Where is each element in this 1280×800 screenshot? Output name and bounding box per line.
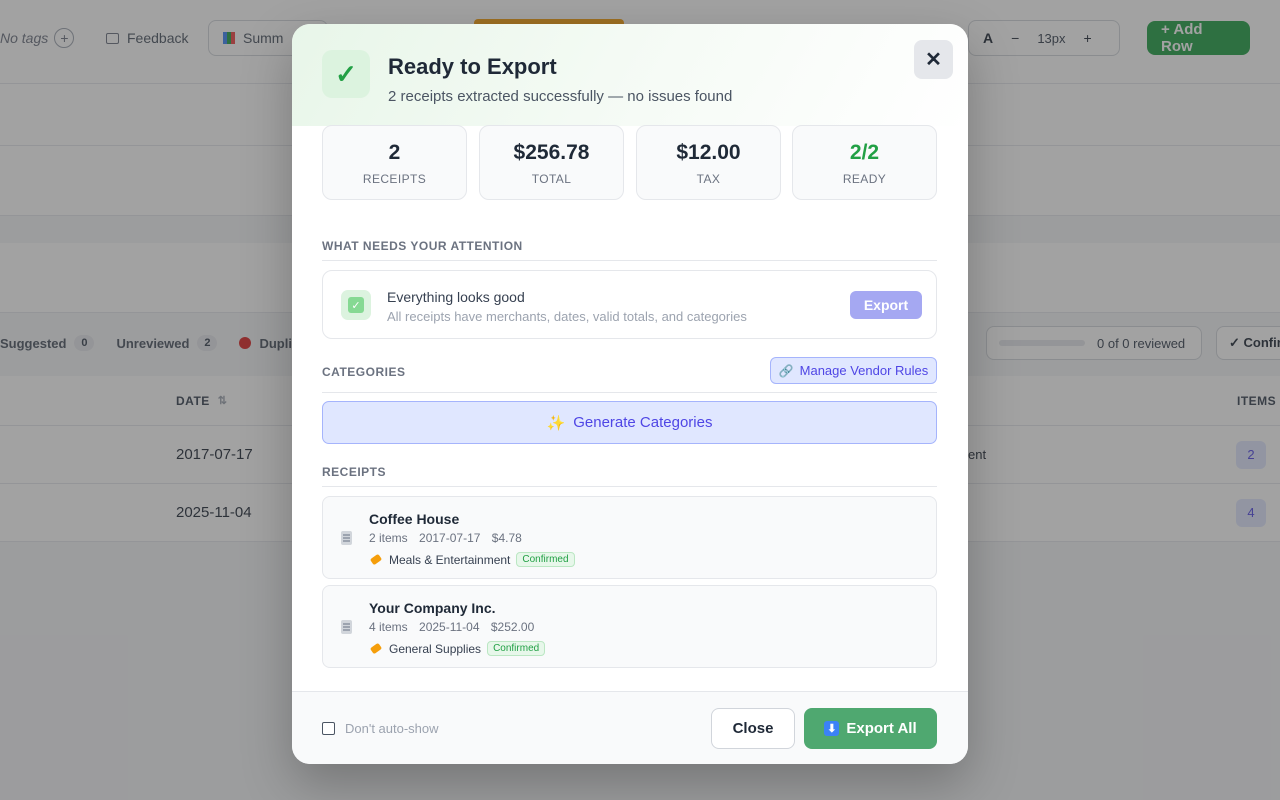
tag-icon <box>369 642 383 655</box>
receipt-category: Meals & Entertainment Confirmed <box>369 552 575 567</box>
attention-title: Everything looks good <box>387 289 525 305</box>
section-divider <box>322 486 937 487</box>
manage-vendor-rules-button[interactable]: 🔗 Manage Vendor Rules <box>770 357 937 384</box>
export-button[interactable]: Export <box>850 291 922 319</box>
success-check-icon: ✓ <box>322 50 370 98</box>
modal-title: Ready to Export <box>388 54 557 79</box>
manage-vendor-rules-label: Manage Vendor Rules <box>799 363 929 378</box>
stat-value: $12.00 <box>676 141 741 164</box>
stat-label: TOTAL <box>531 172 572 186</box>
generate-categories-label: Generate Categories <box>573 414 713 431</box>
close-button[interactable]: Close <box>711 708 795 749</box>
stat-value: $256.78 <box>513 141 590 164</box>
categories-section-label: CATEGORIES <box>322 365 406 379</box>
stat-ready: 2/2 READY <box>792 125 937 200</box>
modal-subtitle: 2 receipts extracted successfully — no i… <box>388 88 733 105</box>
export-modal: ✓ Ready to Export 2 receipts extracted s… <box>292 24 968 764</box>
receipt-card[interactable]: Coffee House 2 items 2017-07-17 $4.78 Me… <box>322 496 937 579</box>
receipt-category-label: General Supplies <box>389 641 482 656</box>
receipt-merchant: Coffee House <box>369 511 460 527</box>
receipt-item-count: 2 items <box>369 531 408 545</box>
receipt-date: 2017-07-17 <box>419 531 481 545</box>
checkbox-icon[interactable] <box>322 722 335 735</box>
stat-receipts: 2 RECEIPTS <box>322 125 467 200</box>
status-badge: Confirmed <box>516 552 575 567</box>
attention-description: All receipts have merchants, dates, vali… <box>387 309 747 324</box>
receipt-meta: 4 items 2025-11-04 $252.00 <box>369 620 542 634</box>
stat-label: TAX <box>696 172 721 186</box>
receipt-merchant: Your Company Inc. <box>369 600 496 616</box>
generate-categories-button[interactable]: ✨ Generate Categories <box>322 401 937 444</box>
export-all-label: Export All <box>846 720 917 737</box>
receipt-amount: $252.00 <box>490 620 535 634</box>
status-badge: Confirmed <box>487 641 546 656</box>
stat-label: RECEIPTS <box>362 172 427 186</box>
tag-icon <box>369 553 383 566</box>
stat-label: READY <box>842 172 887 186</box>
export-all-button[interactable]: ⬇ Export All <box>804 708 937 749</box>
receipt-icon <box>341 620 352 634</box>
receipt-card[interactable]: Your Company Inc. 4 items 2025-11-04 $25… <box>322 585 937 668</box>
dont-auto-show-checkbox[interactable]: Don't auto-show <box>322 721 439 736</box>
close-icon[interactable]: ✕ <box>914 40 953 79</box>
receipt-icon <box>341 531 352 545</box>
stat-value: 2 <box>388 141 401 164</box>
stat-total: $256.78 TOTAL <box>479 125 624 200</box>
all-good-icon: ✓ <box>341 290 371 320</box>
stat-tax: $12.00 TAX <box>636 125 781 200</box>
sparkle-icon: ✨ <box>546 414 566 432</box>
receipt-category-label: Meals & Entertainment <box>389 552 511 567</box>
checkbox-check-icon: ✓ <box>348 297 364 313</box>
modal-header: ✓ Ready to Export 2 receipts extracted s… <box>292 24 968 126</box>
receipt-date: 2025-11-04 <box>419 620 480 634</box>
modal-footer: Don't auto-show Close ⬇ Export All <box>292 691 968 764</box>
receipt-category: General Supplies Confirmed <box>369 641 546 656</box>
section-divider <box>322 392 937 393</box>
dont-auto-show-label: Don't auto-show <box>345 721 439 736</box>
attention-section-label: WHAT NEEDS YOUR ATTENTION <box>322 239 523 253</box>
attention-card: ✓ Everything looks good All receipts hav… <box>322 270 937 339</box>
receipt-item-count: 4 items <box>369 620 408 634</box>
link-icon: 🔗 <box>778 363 794 378</box>
receipt-amount: $4.78 <box>491 531 522 545</box>
receipt-meta: 2 items 2017-07-17 $4.78 <box>369 531 530 545</box>
receipts-section-label: RECEIPTS <box>322 465 387 479</box>
stat-value: 2/2 <box>849 141 880 164</box>
section-divider <box>322 260 937 261</box>
download-icon: ⬇ <box>824 721 840 736</box>
